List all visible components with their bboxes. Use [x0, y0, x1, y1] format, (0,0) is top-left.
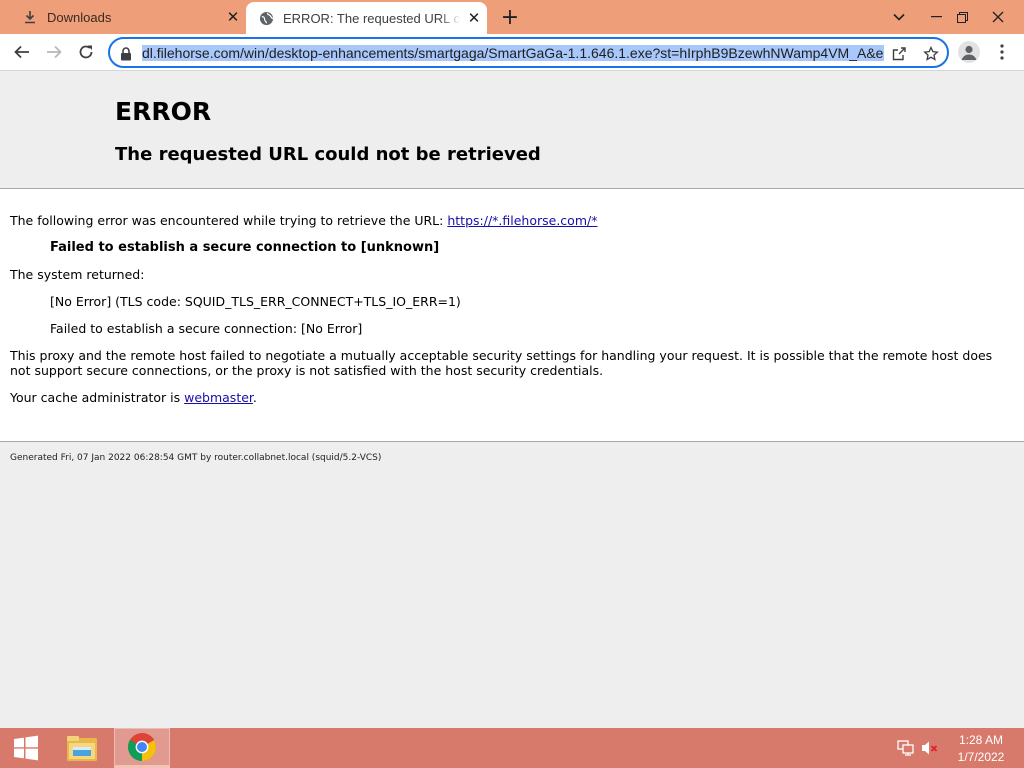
error-footer: Generated Fri, 07 Jan 2022 06:28:54 GMT … [0, 441, 1024, 728]
error-header: ERROR The requested URL could not be ret… [0, 71, 1024, 189]
page-title: ERROR [115, 97, 212, 126]
page-content: ERROR The requested URL could not be ret… [0, 71, 1024, 728]
admin-suffix: . [252, 390, 257, 405]
error-detail-line: Failed to establish a secure connection:… [50, 321, 363, 336]
clock-date: 1/7/2022 [957, 750, 1005, 764]
close-tab-icon[interactable]: ✕ [461, 5, 487, 31]
admin-paragraph: Your cache administrator is webmaster. [10, 390, 257, 405]
tab-title: Downloads [47, 9, 112, 25]
error-code-line: [No Error] (TLS code: SQUID_TLS_ERR_CONN… [50, 294, 461, 309]
tab-downloads[interactable]: Downloads ✕ [8, 0, 246, 34]
volume-muted-icon[interactable] [921, 740, 939, 756]
tab-title: ERROR: The requested URL could [283, 10, 461, 26]
windows-taskbar: 1:28 AM 1/7/2022 [0, 728, 1024, 768]
profile-avatar-icon[interactable] [958, 41, 980, 63]
globe-icon [258, 10, 274, 26]
system-clock[interactable]: 1:28 AM 1/7/2022 [950, 732, 1012, 766]
start-button-windows-icon[interactable] [5, 728, 47, 768]
address-bar[interactable]: dl.filehorse.com/win/desktop-enhancement… [108, 37, 949, 68]
download-icon [22, 9, 38, 25]
restore-icon[interactable] [945, 0, 979, 34]
failure-message: Failed to establish a secure connection … [50, 240, 440, 255]
page-subtitle: The requested URL could not be retrieved [115, 144, 541, 165]
chrome-taskbar-icon[interactable] [114, 728, 170, 768]
webmaster-link[interactable]: webmaster [184, 390, 253, 405]
tab-search-chevron-icon[interactable] [882, 0, 916, 34]
tab-strip: Downloads ✕ ERROR: The requested URL cou… [0, 0, 1024, 34]
more-menu-icon[interactable] [993, 41, 1011, 63]
close-window-icon[interactable] [981, 0, 1015, 34]
url-text: dl.filehorse.com/win/desktop-enhancement… [142, 45, 884, 61]
back-arrow-icon[interactable] [8, 38, 36, 66]
system-returned-label: The system returned: [10, 267, 145, 282]
file-explorer-icon[interactable] [54, 728, 110, 768]
requested-url-link[interactable]: https://*.filehorse.com/* [447, 213, 597, 228]
lock-icon[interactable] [120, 46, 134, 61]
browser-toolbar: dl.filehorse.com/win/desktop-enhancement… [0, 34, 1024, 71]
reload-icon[interactable] [72, 38, 100, 66]
star-bookmark-icon[interactable] [921, 44, 941, 64]
footer-text: Generated Fri, 07 Jan 2022 06:28:54 GMT … [10, 453, 382, 463]
forward-arrow-icon[interactable] [40, 38, 68, 66]
network-icon[interactable] [897, 740, 915, 756]
admin-prefix: Your cache administrator is [10, 390, 185, 405]
tab-error-page[interactable]: ERROR: The requested URL could ✕ [246, 2, 487, 34]
intro-paragraph: The following error was encountered whil… [10, 213, 597, 228]
clock-time: 1:28 AM [958, 733, 1004, 747]
url-input[interactable]: dl.filehorse.com/win/desktop-enhancement… [142, 44, 884, 62]
share-icon[interactable] [889, 44, 909, 64]
close-tab-icon[interactable]: ✕ [220, 4, 246, 30]
explanation-paragraph: This proxy and the remote host failed to… [10, 348, 993, 378]
new-tab-button[interactable]: + [497, 4, 523, 30]
intro-text: The following error was encountered whil… [10, 213, 448, 228]
